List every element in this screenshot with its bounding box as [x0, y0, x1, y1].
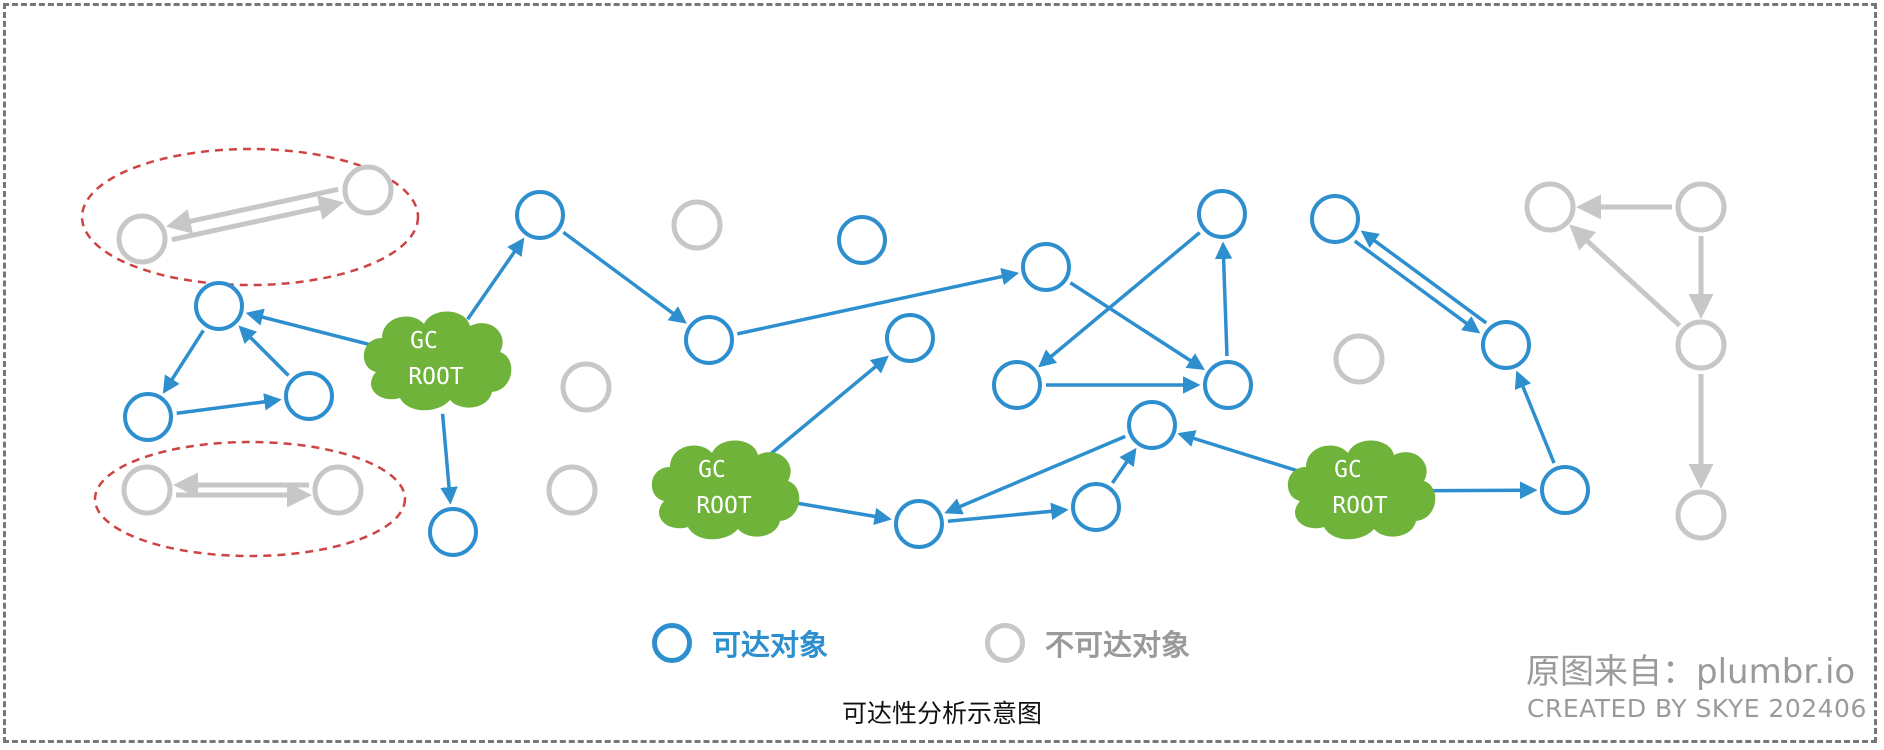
reachable-object-node	[684, 315, 734, 365]
reachable-reference-arrow	[245, 308, 389, 351]
reachable-reference-arrow	[736, 267, 1020, 336]
legend-reachable: 可达对象	[652, 622, 828, 664]
legend-reachable-label: 可达对象	[712, 628, 829, 662]
reachable-reference-arrow	[238, 325, 290, 377]
unreachable-reference-arrow	[1569, 224, 1682, 328]
reachable-object-node	[515, 190, 565, 240]
reachable-reference-arrow	[1360, 230, 1488, 325]
reachable-object-node	[1127, 400, 1177, 450]
reachable-reference-arrow	[176, 393, 282, 415]
unreachable-object-node	[1675, 181, 1727, 233]
reachable-reference-arrow	[562, 230, 687, 324]
source-credit: 原图来自：plumbr.io	[1526, 652, 1856, 692]
reachable-object-node	[885, 313, 935, 363]
unreachable-object-node	[671, 199, 723, 251]
legend-unreachable-label: 不可达对象	[1045, 628, 1191, 662]
reachable-object-node	[1481, 320, 1531, 370]
reachable-reference-arrow	[1514, 370, 1556, 464]
unreachable-object-node	[1524, 181, 1576, 233]
unreachable-object-node	[560, 361, 612, 413]
gc-root-cloud-2: GC ROOT	[651, 440, 800, 540]
reachable-object-node	[1540, 465, 1590, 515]
reachable-object-node	[1203, 360, 1253, 410]
gc-root-cloud-1: GC ROOT	[363, 311, 512, 411]
legend-unreachable: 不可达对象	[985, 622, 1190, 664]
gc-root-label-line2: ROOT	[696, 493, 752, 519]
gc-root-label-line1: GC	[410, 328, 438, 354]
reachable-object-node	[123, 392, 173, 442]
unreachable-object-node	[312, 464, 364, 516]
reachability-diagram: GC ROOT GC ROOT GC ROOT	[80, 147, 1727, 558]
reachable-object-node	[837, 215, 887, 265]
unreachable-object-node	[1675, 489, 1727, 541]
gc-root-label-line1: GC	[1334, 457, 1362, 483]
unreachable-object-node	[116, 213, 168, 265]
gc-root-label-line2: ROOT	[1332, 493, 1388, 519]
reachable-reference-arrow	[1177, 430, 1313, 478]
reachable-object-node	[194, 281, 244, 331]
reachable-reference-arrow	[466, 237, 525, 321]
gc-root-label-line2: ROOT	[408, 364, 464, 390]
reachable-object-node	[894, 499, 944, 549]
author-credit: CREATED BY SKYE 202406	[1527, 694, 1867, 723]
gc-root-cloud-3: GC ROOT	[1287, 440, 1436, 540]
reachable-object-node	[1197, 189, 1247, 239]
reachable-object-node	[428, 507, 478, 557]
reachable-object-node	[284, 371, 334, 421]
unreachable-object-node	[546, 464, 598, 516]
reachable-reference-arrow	[1214, 241, 1233, 357]
reachable-object-node	[1071, 482, 1121, 532]
reachable-reference-arrow	[1353, 239, 1481, 334]
reachable-reference-arrow	[162, 329, 205, 394]
unreachable-swatch-icon	[985, 623, 1025, 663]
reachable-reference-arrow	[764, 355, 889, 460]
reachable-swatch-icon	[652, 623, 692, 663]
reachable-object-node	[1021, 242, 1071, 292]
reachable-reference-arrow	[440, 413, 458, 505]
reachable-reference-arrow	[1110, 447, 1137, 485]
reachable-reference-arrow	[947, 502, 1069, 523]
node-layer	[116, 164, 1727, 557]
unreachable-object-node	[342, 164, 394, 216]
reachable-object-node	[1310, 194, 1360, 244]
gc-root-label-line1: GC	[698, 457, 726, 483]
unreachable-object-node	[1333, 333, 1385, 385]
unreachable-object-node	[1675, 319, 1727, 371]
unreachable-object-node	[121, 464, 173, 516]
reachable-object-node	[992, 360, 1042, 410]
